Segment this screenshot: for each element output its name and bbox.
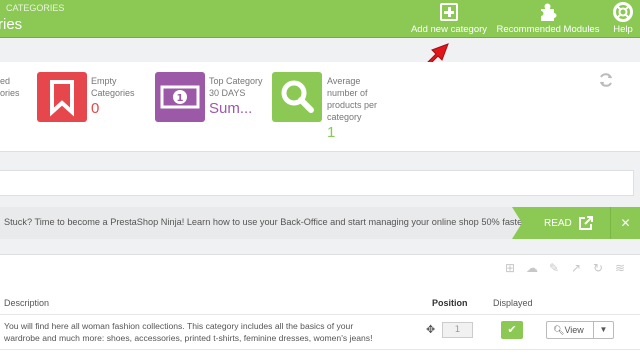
top-category-value[interactable]: Sum... [209, 100, 252, 117]
read-button[interactable]: READ [512, 207, 610, 239]
export-icon[interactable]: ↗ [568, 260, 584, 276]
add-new-category-label: Add new category [410, 24, 488, 35]
view-label-wrap: 🔍︎View [553, 325, 584, 336]
position-value[interactable]: 1 [442, 322, 473, 338]
view-button[interactable]: 🔍︎View ▼ [546, 321, 614, 339]
read-label: READ [544, 218, 572, 229]
svg-text:1: 1 [177, 93, 184, 104]
recommended-modules-button[interactable]: Recommended Modules [494, 2, 602, 36]
kpi-first-label-2: ories [0, 88, 20, 98]
ninja-banner: Stuck? Time to become a PrestaShop Ninja… [0, 207, 640, 239]
average-products-value: 1 [327, 124, 336, 141]
category-table-panel [0, 254, 640, 360]
external-link-icon [579, 216, 593, 230]
description-line-2: wardrobe and much more: shoes, accessori… [4, 333, 373, 343]
move-handle-icon[interactable]: ✥ [426, 323, 438, 336]
empty-categories-tile [37, 72, 87, 122]
magnifier-icon [281, 80, 314, 113]
column-header-position[interactable]: Position [432, 298, 468, 308]
close-banner-button[interactable]: ✕ [610, 207, 640, 239]
recommended-modules-label: Recommended Modules [496, 24, 600, 35]
refresh-list-icon[interactable]: ↻ [590, 260, 606, 276]
search-icon: 🔍︎ [553, 325, 565, 335]
caret-down-icon[interactable]: ▼ [593, 322, 613, 338]
plus-square-icon [438, 2, 460, 22]
description-line-1: You will find here all woman fashion col… [4, 321, 354, 331]
page-title: ries [0, 16, 23, 33]
top-category-label-1: Top Category [209, 76, 263, 86]
top-category-label-2: 30 DAYS [209, 88, 246, 98]
filter-bar[interactable] [0, 170, 634, 196]
banknote-icon: 1 [160, 85, 200, 109]
table-row-description: You will find here all woman fashion col… [4, 320, 416, 344]
help-label: Help [613, 24, 633, 35]
displayed-check-icon[interactable]: ✔ [501, 321, 523, 339]
breadcrumb[interactable]: CATEGORIES [6, 3, 64, 13]
row-divider [0, 349, 640, 350]
puzzle-icon [537, 2, 559, 22]
average-products-label-1: Average [327, 76, 361, 86]
add-new-category-button[interactable]: Add new category [410, 2, 488, 36]
column-header-displayed[interactable]: Displayed [493, 298, 533, 308]
add-icon[interactable]: ⊞ [502, 260, 518, 276]
help-button[interactable]: Help [608, 2, 638, 36]
view-label: View [564, 325, 584, 335]
refresh-icon[interactable] [598, 72, 614, 88]
top-category-tile: 1 [155, 72, 205, 122]
average-products-label-2: number of [327, 88, 368, 98]
column-header-description[interactable]: Description [4, 298, 49, 308]
empty-categories-label-1: Empty [91, 76, 117, 86]
kpi-first-label-1: ed [0, 76, 11, 86]
page-header: CATEGORIES ries Add new category Recomme… [0, 0, 640, 38]
lifebuoy-icon [612, 2, 634, 22]
empty-categories-label-2: Categories [91, 88, 135, 98]
edit-icon[interactable]: ✎ [546, 260, 562, 276]
empty-categories-value: 0 [91, 100, 100, 117]
average-products-label-4: category [327, 112, 362, 122]
bookmark-icon [50, 80, 74, 117]
cloud-upload-icon[interactable]: ☁ [524, 260, 540, 276]
banner-text: Stuck? Time to become a PrestaShop Ninja… [4, 217, 528, 227]
database-icon[interactable]: ≋ [612, 260, 628, 276]
header-divider [0, 314, 640, 315]
average-products-label-3: products per [327, 100, 378, 110]
average-products-tile [272, 72, 322, 122]
